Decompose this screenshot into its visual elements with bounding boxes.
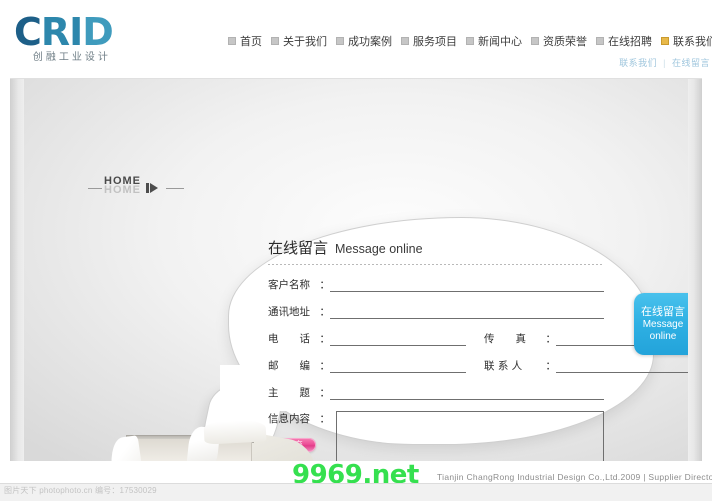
nav-item-label: 资质荣誉 [543,36,587,48]
label-text: 电 话 [268,333,310,345]
form-row-address: 通讯地址 ： [268,302,604,319]
label-colon: ： [319,333,331,345]
nav-item-contact-us[interactable]: 联系我们 [659,31,712,51]
form-title-divider [268,264,604,265]
nav-item-news[interactable]: 新闻中心 [464,31,529,51]
form-row-subject: 主 题 ： [268,383,604,400]
logo-wordmark: CRID [14,13,114,51]
label-colon: ： [319,279,331,291]
label-colon: ： [319,306,331,318]
nav-item-cases[interactable]: 成功案例 [334,31,399,51]
form-row-postcode-contact: 邮 编 ： 联 系 人 ： [268,356,692,373]
label-colon: ： [545,333,557,345]
product-photo [104,415,330,461]
form-row-client-name: 客户名称 ： [268,275,604,292]
side-tab-label-en-line1: Message [642,319,684,330]
label-text: 客户名称 [268,279,310,291]
input-contact-person[interactable] [556,357,692,373]
label-colon: ： [319,387,331,399]
page-root: English 中文 CRID 创融工业设计 首页 关于我们 [0,0,712,501]
form-title-en: Message online [335,242,423,256]
watermark-bottom-left: 图片天下 photophoto.cn 编号：17530029 [4,486,157,495]
input-client-name[interactable] [330,276,604,292]
label-subject: 主 题 ： [268,385,330,400]
main-navigation: 首页 关于我们 成功案例 服务项目 新闻中心 资质荣誉 在线招聘 联系我们 [226,31,712,51]
label-colon: ： [319,360,331,372]
breadcrumb-item-contact[interactable]: 联系我们 [619,58,657,68]
paper-sheet-top [203,419,267,445]
label-colon: ： [545,360,557,372]
home-rule-left [88,188,102,189]
home-tab[interactable]: HOME HOME [88,175,184,203]
nav-item-label: 新闻中心 [478,36,522,48]
site-header: CRID 创融工业设计 首页 关于我们 成功案例 服务项目 新闻中心 资质荣誉 … [0,0,712,72]
nav-item-label: 服务项目 [413,36,457,48]
label-text: 通讯地址 [268,306,310,318]
label-text: 邮 编 [268,360,310,372]
square-bullet-icon [531,37,539,45]
square-bullet-icon [228,37,236,45]
input-message-content[interactable] [336,411,604,461]
site-logo[interactable]: CRID 创融工业设计 [14,13,114,63]
square-bullet-icon [596,37,604,45]
input-postcode[interactable] [330,357,466,373]
breadcrumb-separator: | [663,58,666,68]
square-bullet-icon [271,37,279,45]
label-address: 通讯地址 ： [268,304,330,319]
input-subject[interactable] [330,384,604,400]
form-title: 在线留言 Message online [268,237,604,258]
nav-item-label: 关于我们 [283,36,327,48]
nav-item-about-us[interactable]: 关于我们 [269,31,334,51]
side-tab-label-en-line2: online [649,331,677,342]
square-bullet-icon [661,37,669,45]
input-address[interactable] [330,303,604,319]
nav-item-label: 成功案例 [348,36,392,48]
nav-item-services[interactable]: 服务项目 [399,31,464,51]
nav-item-label: 在线招聘 [608,36,652,48]
nav-item-label: 首页 [240,36,262,48]
play-arrow-icon [146,183,158,193]
nav-item-honors[interactable]: 资质荣誉 [529,31,594,51]
home-rule-right [166,188,184,189]
nav-item-home[interactable]: 首页 [226,31,269,51]
form-row-phone-fax: 电 话 ： 传 真 ： [268,329,692,346]
footer-copyright: Tianjin ChangRong Industrial Design Co.,… [437,472,712,482]
breadcrumb: 联系我们 | 在线留言 [619,56,710,69]
side-tab-label-cn: 在线留言 [641,305,685,318]
input-phone[interactable] [330,330,466,346]
content-stage: HOME HOME 在线留言 Message online 客户名称 ： 通讯地址… [10,78,702,461]
label-phone: 电 话 ： [268,331,330,346]
square-bullet-icon [466,37,474,45]
label-text: 传 真 [484,333,526,345]
side-tab-message-online[interactable]: 在线留言 Message online [634,293,692,355]
label-contact-person: 联 系 人 ： [484,358,556,373]
nav-item-recruitment[interactable]: 在线招聘 [594,31,659,51]
square-bullet-icon [336,37,344,45]
label-text: 联 系 人 [484,360,523,372]
square-bullet-icon [401,37,409,45]
form-title-cn: 在线留言 [268,239,329,257]
label-postcode: 邮 编 ： [268,358,330,373]
breadcrumb-item-message[interactable]: 在线留言 [672,58,710,68]
label-fax: 传 真 ： [484,331,556,346]
label-client-name: 客户名称 ： [268,277,330,292]
home-tab-shadow-label: HOME [104,184,141,196]
nav-item-label: 联系我们 [673,36,712,48]
label-text: 主 题 [268,387,310,399]
